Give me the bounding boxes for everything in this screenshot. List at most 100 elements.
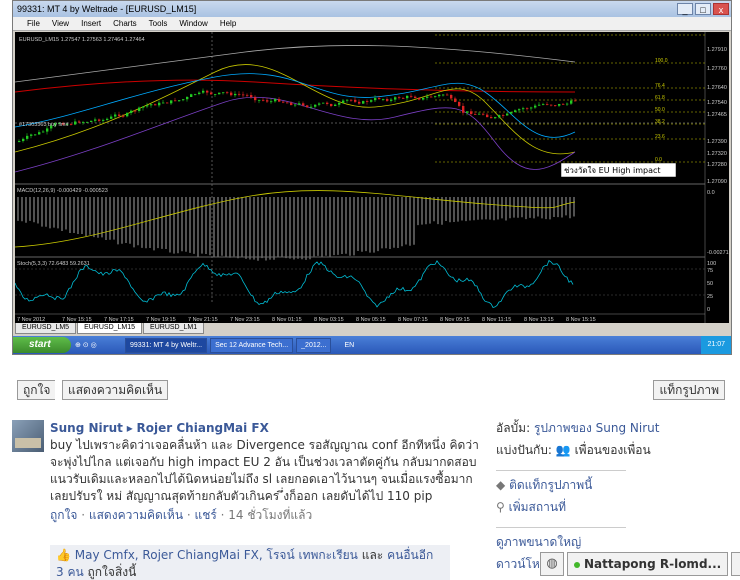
post-comment-link[interactable]: แสดงความคิดเห็น bbox=[89, 508, 183, 522]
divider bbox=[496, 470, 626, 471]
candle-body bbox=[130, 110, 133, 114]
candle-body bbox=[538, 104, 541, 106]
candle-body bbox=[486, 114, 489, 118]
like-button[interactable]: ถูกใจ bbox=[17, 380, 56, 400]
candle-body bbox=[266, 100, 269, 102]
post-target-link[interactable]: Rojer ChiangMai FX bbox=[137, 421, 269, 435]
candle-body bbox=[42, 131, 45, 133]
candle-body bbox=[310, 106, 313, 108]
location-pin-icon: ⚲ bbox=[496, 500, 505, 514]
post-body: buy ไปเพราะคิดว่าเจอคลื่นห้า และ Diverge… bbox=[50, 438, 479, 503]
online-dot-icon bbox=[574, 562, 580, 568]
candle-body bbox=[546, 104, 549, 105]
tag-photo-link[interactable]: ติดแท็กรูปภาพนี้ bbox=[509, 478, 592, 492]
arrow-right-icon: ▸ bbox=[126, 421, 133, 435]
chart-tab: EURUSD_LM1 bbox=[143, 323, 205, 334]
candle-body bbox=[206, 90, 209, 93]
fib-label: 0.0 bbox=[655, 157, 662, 163]
candle-body bbox=[366, 101, 369, 102]
candle-body bbox=[390, 99, 393, 101]
chat-minimized[interactable] bbox=[731, 552, 740, 576]
price-label: 1.27280 bbox=[707, 162, 727, 168]
likes-names[interactable]: May Cmfx, Rojer ChiangMai FX, โรจน์ เทพก… bbox=[75, 548, 358, 562]
candle-body bbox=[570, 100, 573, 104]
candle-body bbox=[498, 115, 501, 118]
candle-body bbox=[502, 115, 505, 116]
candle-body bbox=[246, 94, 249, 96]
candle-body bbox=[478, 113, 481, 115]
candle-body bbox=[190, 94, 193, 97]
candle-body bbox=[438, 94, 441, 97]
view-large-link[interactable]: ดูภาพขนาดใหญ่ bbox=[496, 535, 581, 549]
post-author-link[interactable]: Sung Nirut bbox=[50, 421, 123, 435]
post-share-link[interactable]: แชร์ bbox=[195, 508, 217, 522]
candle-body bbox=[222, 92, 225, 94]
fib-label: 38.2 bbox=[655, 119, 665, 125]
tag-photo-button[interactable]: แท็กรูปภาพ bbox=[653, 380, 725, 400]
candle-body bbox=[322, 102, 325, 104]
candle-body bbox=[458, 101, 461, 106]
candle-body bbox=[202, 90, 205, 93]
candle-body bbox=[290, 102, 293, 106]
candle-body bbox=[26, 135, 29, 139]
candle-body bbox=[198, 92, 201, 94]
candle-body bbox=[46, 128, 49, 132]
candle-body bbox=[566, 103, 569, 105]
chat-tab[interactable]: Nattapong R-lomd... bbox=[567, 552, 729, 576]
candle-body bbox=[162, 102, 165, 104]
candle-body bbox=[574, 100, 577, 102]
candle-body bbox=[110, 116, 113, 119]
comment-button[interactable]: แสดงความคิดเห็น bbox=[62, 380, 169, 400]
globe-icon[interactable]: ◍ bbox=[540, 552, 564, 576]
minimize-button: _ bbox=[677, 3, 693, 15]
candle-body bbox=[454, 98, 457, 102]
start-button: start bbox=[13, 337, 71, 353]
candle-body bbox=[138, 107, 141, 111]
candle-body bbox=[142, 106, 145, 108]
candle-body bbox=[414, 96, 417, 99]
window-titlebar: 99331: MT 4 by Weltrade - [EURUSD_LM15] … bbox=[13, 1, 731, 17]
price-label: 1.27540 bbox=[707, 100, 727, 106]
candle-body bbox=[518, 109, 521, 111]
album-link[interactable]: รูปภาพของ Sung Nirut bbox=[534, 421, 660, 435]
candle-body bbox=[218, 92, 221, 95]
candle-body bbox=[434, 96, 437, 97]
price-label: 1.27390 bbox=[707, 139, 727, 145]
price-label: 1.27090 bbox=[707, 179, 727, 185]
share-value[interactable]: เพื่อนของเพื่อน bbox=[575, 443, 651, 457]
candle-body bbox=[98, 119, 101, 121]
candle-body bbox=[254, 97, 257, 101]
fib-label: 23.6 bbox=[655, 134, 665, 140]
candle-body bbox=[466, 111, 469, 113]
candle-body bbox=[90, 120, 93, 122]
fib-label: 76.4 bbox=[655, 83, 665, 89]
candle-body bbox=[294, 104, 297, 106]
stoch-label: Stoch(5,3,3) 72.6483 59.2631 bbox=[17, 261, 90, 267]
candle-body bbox=[182, 99, 185, 101]
likes-box: 👍 May Cmfx, Rojer ChiangMai FX, โรจน์ เท… bbox=[50, 545, 450, 580]
candle-body bbox=[474, 113, 477, 115]
macd-scale-label: 0.0 bbox=[707, 190, 715, 196]
candle-body bbox=[326, 102, 329, 104]
chart-tab: EURUSD_LM5 bbox=[15, 323, 77, 334]
candle-body bbox=[346, 99, 349, 101]
menu-bar: File View Insert Charts Tools Window Hel… bbox=[13, 17, 731, 31]
stoch-scale-label: 0 bbox=[707, 307, 710, 313]
candle-body bbox=[134, 110, 137, 112]
download-link[interactable]: ดาวน์โห bbox=[496, 557, 540, 571]
screenshot-image: 99331: MT 4 by Weltrade - [EURUSD_LM15] … bbox=[12, 0, 732, 355]
candle-body bbox=[258, 99, 261, 101]
avatar[interactable] bbox=[12, 420, 44, 452]
menu-view: View bbox=[51, 19, 70, 28]
candle-body bbox=[382, 99, 385, 100]
candle-body bbox=[122, 115, 125, 117]
post-like-link[interactable]: ถูกใจ bbox=[50, 508, 77, 522]
candle-body bbox=[278, 99, 281, 102]
chat-bar: ◍ Nattapong R-lomd... bbox=[540, 552, 740, 576]
chat-contact-name: Nattapong R-lomd... bbox=[584, 557, 722, 571]
add-place-link[interactable]: เพิ่มสถานที่ bbox=[509, 500, 566, 514]
candle-body bbox=[94, 119, 97, 121]
candle-body bbox=[462, 105, 465, 113]
candle-body bbox=[338, 102, 341, 105]
candle-body bbox=[398, 97, 401, 99]
